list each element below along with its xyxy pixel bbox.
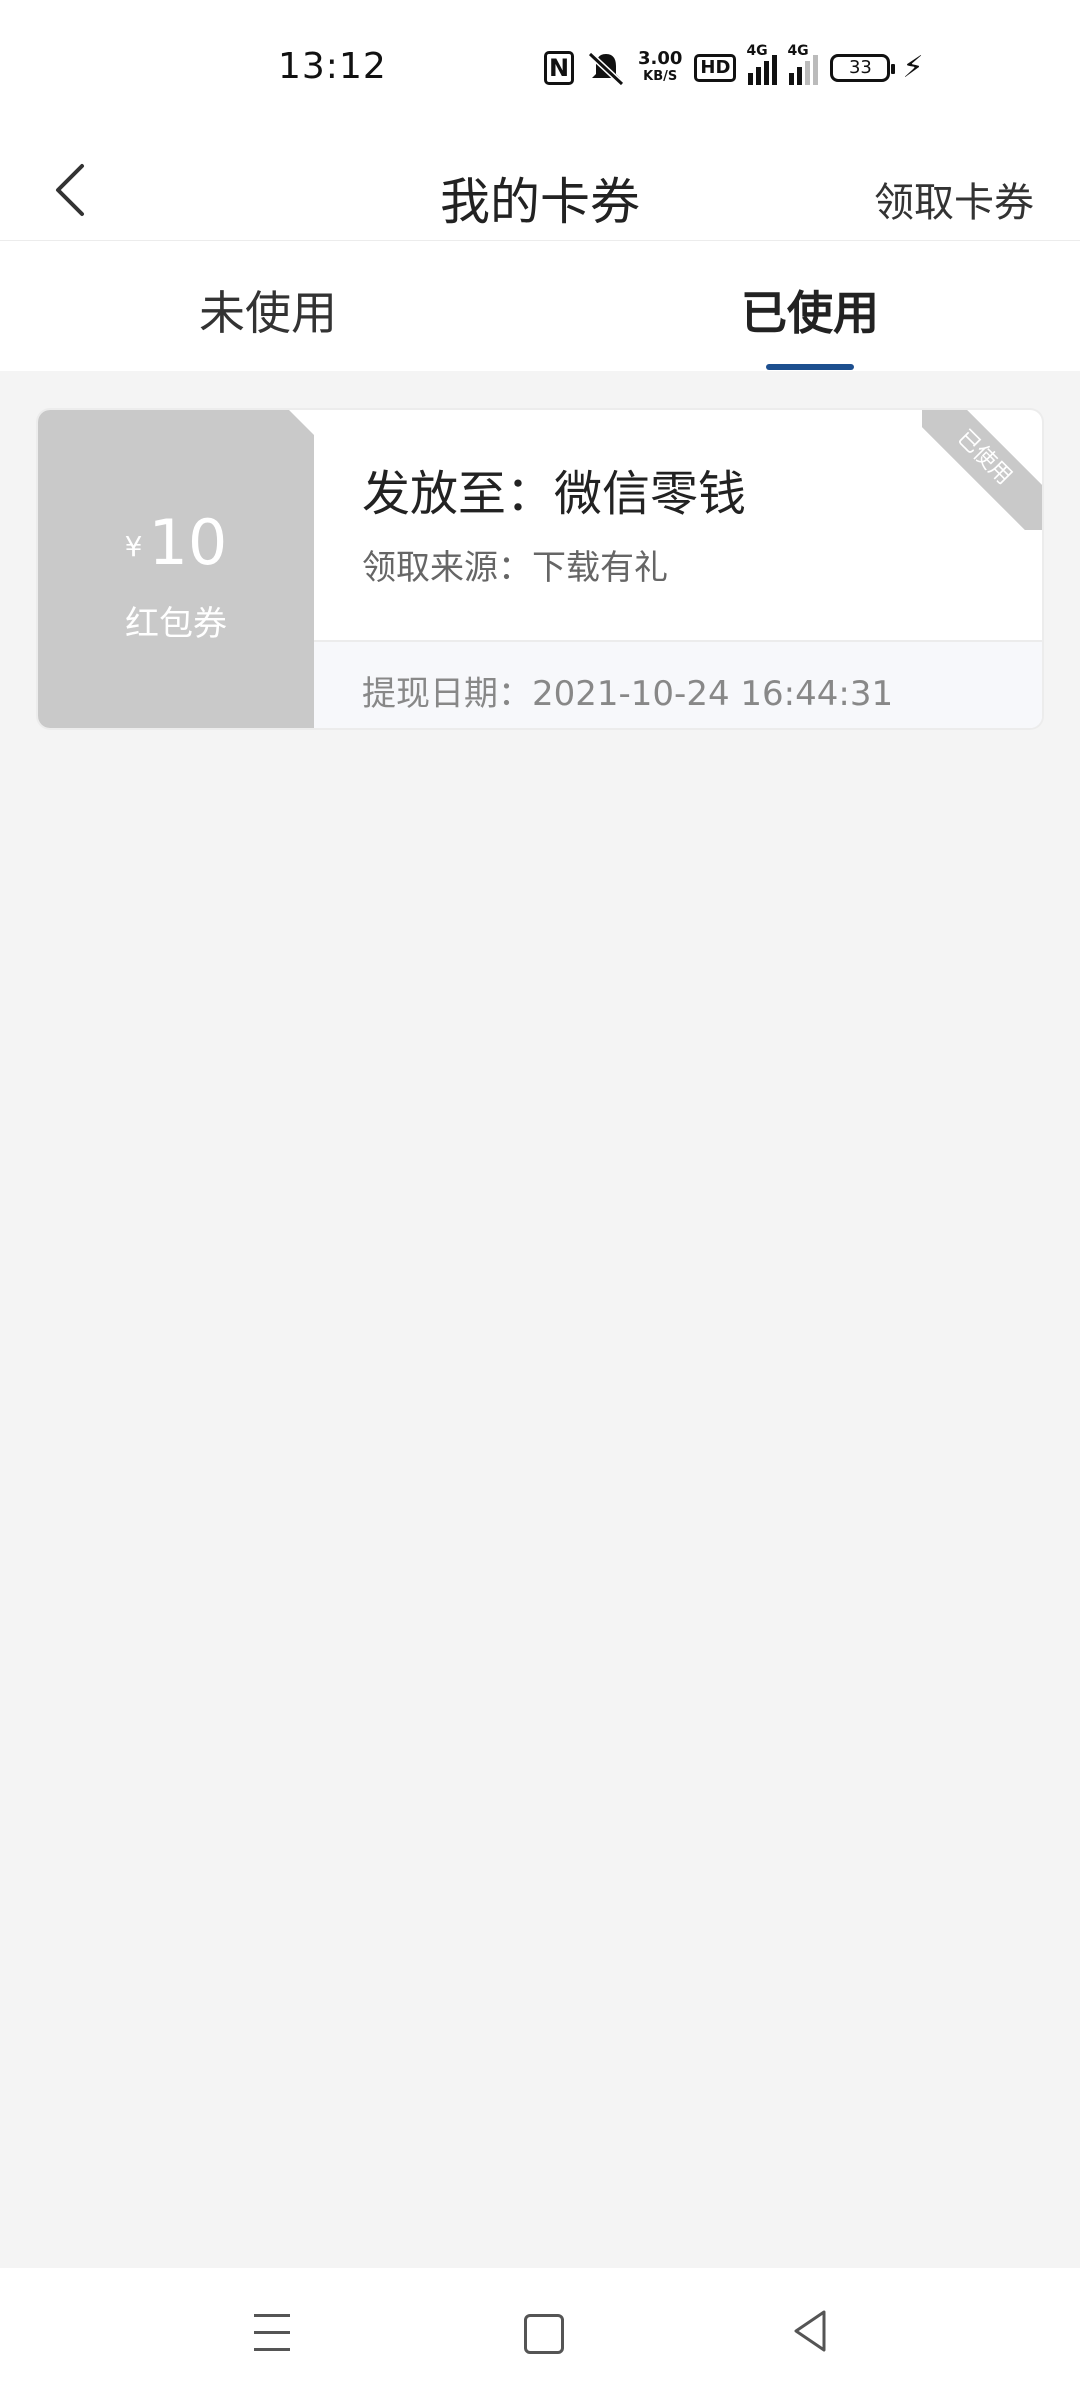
network-speed: 3.00 KB/S <box>638 50 682 86</box>
coupon-footer: 提现日期：2021-10-24 16:44:31 <box>314 642 1042 728</box>
network-type: 4G <box>787 43 809 59</box>
nav-bar: 我的卡券 领取卡券 <box>0 140 1080 241</box>
used-ribbon: 已使用 <box>922 410 1042 530</box>
coupon-value-panel: ¥10 红包券 <box>38 410 315 728</box>
coupon-send-to: 发放至：微信零钱 <box>362 466 747 522</box>
coupon-type: 红包券 <box>125 604 227 644</box>
menu-icon[interactable] <box>254 2314 290 2354</box>
cash-out-date: 提现日期：2021-10-24 16:44:31 <box>362 674 894 714</box>
system-nav-bar <box>0 2268 1080 2400</box>
speed-value: 3.00 <box>638 48 683 69</box>
status-bar: 13:12 N 3.00 KB/S HD 4G 4G 33 ⚡ <box>0 0 1080 140</box>
coupon-amount: ¥10 <box>38 506 314 579</box>
speed-unit: KB/S <box>643 69 678 84</box>
coupon-card[interactable]: ¥10 红包券 发放至：微信零钱 领取来源：下载有礼 提现日期：2021-10-… <box>38 410 1042 728</box>
signal-icon: 4G <box>746 43 778 85</box>
network-type: 4G <box>746 43 768 59</box>
coupon-tabs: 未使用 已使用 <box>0 241 1080 371</box>
coupon-source: 领取来源：下载有礼 <box>362 548 668 588</box>
amount-value: 10 <box>148 506 228 579</box>
status-time: 13:12 <box>278 46 387 87</box>
card-notch <box>289 410 315 436</box>
hd-icon: HD <box>694 54 737 82</box>
charging-icon: ⚡ <box>902 50 924 85</box>
mute-icon <box>586 50 626 86</box>
status-icons: N 3.00 KB/S HD 4G 4G 33 ⚡ <box>544 43 924 88</box>
tab-unused[interactable]: 未使用 <box>118 277 418 343</box>
nfc-icon: N <box>544 51 574 85</box>
signal-icon: 4G <box>787 43 819 85</box>
claim-coupon-link[interactable]: 领取卡券 <box>874 170 1034 228</box>
tab-used[interactable]: 已使用 <box>660 277 960 343</box>
used-badge: 已使用 <box>922 410 1042 530</box>
home-icon[interactable] <box>524 2314 564 2354</box>
currency-symbol: ¥ <box>124 530 143 563</box>
active-tab-indicator <box>766 364 854 370</box>
battery-icon: 33 <box>830 54 896 82</box>
back-triangle-icon[interactable] <box>790 2308 830 2354</box>
